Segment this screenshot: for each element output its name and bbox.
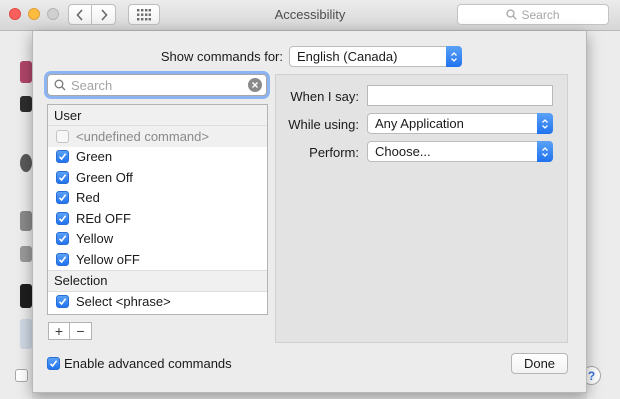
checkmark-icon (58, 215, 67, 222)
title-bar: Accessibility Search (0, 0, 620, 31)
background-app-icon (20, 96, 32, 112)
window-search-placeholder: Search (521, 7, 560, 22)
background-app-icon (20, 61, 32, 83)
while-using-label: While using: (288, 117, 359, 132)
when-i-say-label: When I say: (290, 89, 359, 104)
popup-arrows-icon (537, 113, 553, 134)
checkmark-icon (58, 194, 67, 202)
command-list[interactable]: User <undefined command> Green Green Off… (47, 104, 268, 315)
list-item[interactable]: Green (48, 147, 267, 168)
command-checkbox[interactable] (56, 170, 69, 184)
search-icon (54, 79, 66, 91)
command-checkbox[interactable] (56, 211, 69, 225)
perform-popup[interactable]: Choose... (367, 141, 553, 162)
checkmark-icon (58, 153, 67, 161)
command-label: <undefined command> (76, 128, 209, 144)
popup-arrows-icon (446, 46, 462, 67)
command-checkbox[interactable] (56, 295, 69, 309)
command-label: Red (76, 190, 100, 206)
list-item[interactable]: Green Off (48, 167, 267, 188)
command-label: Select <phrase> (76, 294, 171, 310)
background-checkbox[interactable] (15, 369, 28, 382)
command-label: Yellow (76, 231, 114, 247)
search-icon (506, 9, 518, 20)
checkmark-icon (58, 235, 67, 243)
command-checkbox[interactable] (56, 191, 69, 205)
enable-advanced-label: Enable advanced commands (64, 356, 232, 371)
checkmark-icon (49, 360, 58, 368)
background-app-icon (20, 211, 32, 231)
language-value: English (Canada) (297, 49, 398, 64)
checkmark-icon (58, 298, 67, 306)
window-search-field[interactable]: Search (457, 4, 609, 25)
checkmark-icon (58, 256, 67, 263)
perform-label: Perform: (309, 145, 359, 160)
background-app-icon (20, 284, 32, 308)
command-checkbox[interactable] (56, 252, 69, 266)
command-label: Green (76, 149, 113, 165)
command-label: Yellow oFF (76, 251, 140, 267)
clear-search-icon[interactable] (248, 78, 262, 92)
checkmark-icon (58, 174, 67, 181)
done-button[interactable]: Done (511, 353, 568, 374)
background-app-icon (20, 246, 32, 262)
while-using-popup[interactable]: Any Application (367, 113, 553, 134)
commands-sheet: Show commands for: English (Canada) Sear… (32, 31, 587, 393)
remove-command-button[interactable]: − (70, 322, 92, 340)
command-checkbox[interactable] (56, 232, 69, 246)
perform-value: Choose... (375, 144, 431, 159)
enable-advanced-checkbox[interactable] (47, 357, 60, 370)
command-search-placeholder: Search (71, 77, 113, 93)
background-right-edge (587, 31, 620, 399)
add-command-button[interactable]: + (48, 322, 70, 340)
list-item[interactable]: Red (48, 188, 267, 209)
command-label: Green Off (76, 169, 133, 185)
background-sidebar (0, 31, 32, 399)
popup-arrows-icon (537, 141, 553, 162)
group-header-user: User (48, 105, 267, 126)
language-popup[interactable]: English (Canada) (289, 46, 462, 67)
command-checkbox[interactable] (56, 129, 69, 143)
list-item[interactable]: Select <phrase> (48, 292, 267, 313)
list-item[interactable]: <undefined command> (48, 126, 267, 147)
list-item[interactable]: Yellow oFF (48, 249, 267, 270)
when-i-say-input[interactable] (367, 85, 553, 106)
list-item[interactable]: REd OFF (48, 208, 267, 229)
command-checkbox[interactable] (56, 150, 69, 164)
list-item[interactable]: Yellow (48, 229, 267, 250)
command-label: REd OFF (76, 210, 131, 226)
show-commands-label: Show commands for: (160, 49, 283, 64)
enable-advanced-row[interactable]: Enable advanced commands (47, 356, 232, 371)
background-app-icon (20, 319, 32, 349)
group-header-selection: Selection (48, 269, 267, 292)
while-using-value: Any Application (375, 116, 464, 131)
background-app-icon (20, 154, 32, 172)
command-search-input[interactable]: Search (47, 74, 267, 96)
